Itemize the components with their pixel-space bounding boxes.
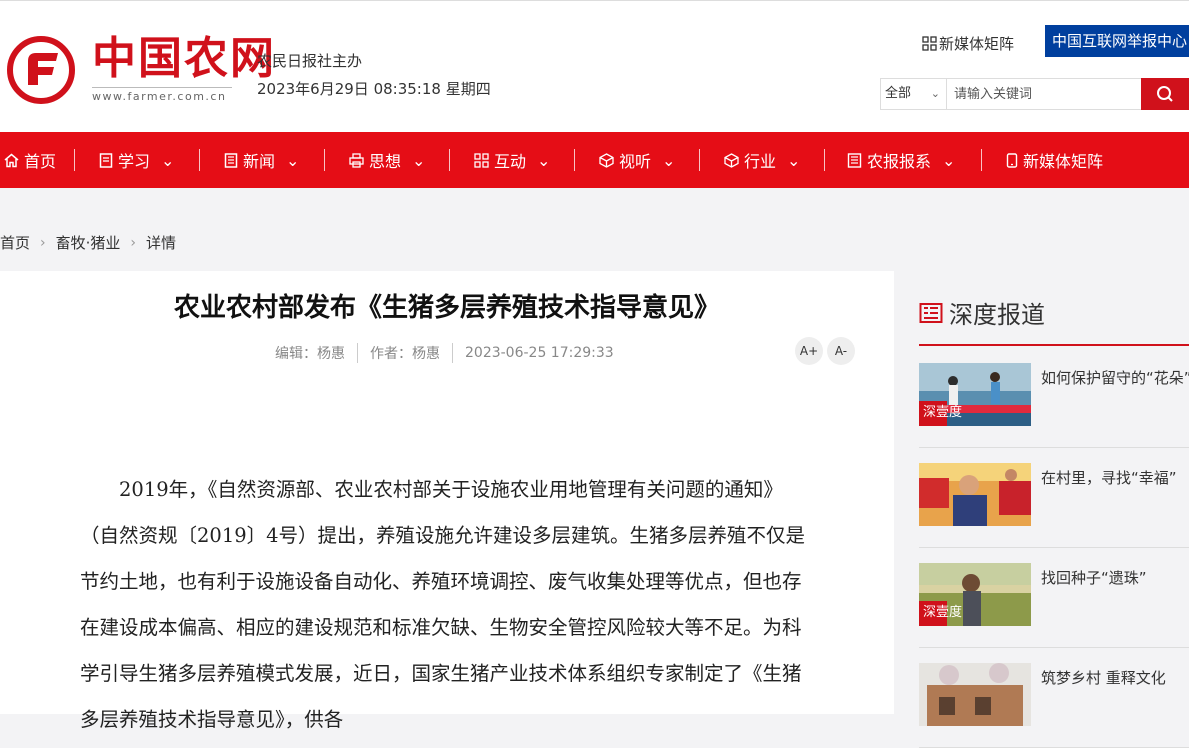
search-scope-value: 全部 [885, 86, 912, 101]
nav-item-label: 思想 [369, 152, 402, 171]
sidebar-heading-underline [919, 344, 1189, 346]
current-datetime: 2023年6月29日 08:35:18 星期四 [257, 80, 491, 98]
font-increase-button[interactable]: A+ [795, 337, 823, 365]
chevron-down-icon: ⌄ [537, 150, 551, 170]
sidebar-item-title: 筑梦乡村 重释文化 [1041, 669, 1166, 687]
sidebar-item-title: 找回种子“遗珠” [1041, 569, 1147, 587]
search-button[interactable] [1141, 78, 1189, 110]
chevron-right-icon: › [40, 234, 46, 251]
article-author: 作者：杨惠 [370, 346, 440, 362]
thumbnail-image[interactable]: 深壹度 [919, 363, 1031, 426]
breadcrumb: 首页 › 畜牧·猪业 › 详情 [0, 232, 176, 253]
farmer-logo-icon[interactable] [6, 35, 76, 105]
sidebar-item[interactable]: 筑梦乡村 重释文化 [919, 647, 1189, 748]
article-meta: 编辑：杨惠 作者：杨惠 2023-06-25 17:29:33 [275, 343, 614, 363]
site-header: 中国农网 www.farmer.com.cn 农民日报社主办 2023年6月29… [0, 0, 1189, 133]
thumbnail-caption: 深壹度 [923, 604, 962, 620]
chevron-down-icon: ⌄ [161, 150, 175, 170]
site-logo-url: www.farmer.com.cn [92, 87, 232, 103]
nav-item-new-media[interactable]: 新媒体矩阵 [982, 132, 1103, 188]
main-nav: 首页 学习 ⌄ 新闻 ⌄ 思想 ⌄ 互动 ⌄ 视听 ⌄ 行业 ⌄ 农报报系 ⌄ [0, 132, 1189, 188]
nav-item-label: 学习 [118, 152, 151, 171]
site-logo-text[interactable]: 中国农网 [92, 35, 276, 83]
sidebar-heading: 深度报道 [919, 295, 1045, 330]
thumbnail-image[interactable] [919, 663, 1031, 726]
search-scope-select[interactable]: 全部 ⌄ [881, 79, 947, 109]
breadcrumb-home[interactable]: 首页 [0, 232, 30, 253]
search-input[interactable] [948, 79, 1140, 109]
cube-icon [599, 152, 614, 168]
media-matrix-link[interactable]: 新媒体矩阵 [922, 33, 1014, 54]
sidebar-heading-label: 深度报道 [949, 301, 1045, 329]
home-icon [4, 153, 19, 167]
meta-divider [357, 343, 358, 363]
nav-item-news[interactable]: 新闻 ⌄ [200, 132, 324, 188]
font-decrease-button[interactable]: A- [827, 337, 855, 365]
nav-item-label: 首页 [24, 152, 57, 171]
article-title: 农业农村部发布《生猪多层养殖技术指导意见》 [173, 293, 720, 323]
sidebar-deep-reports: 深度报道 深壹度 如何保护留守的“花朵” 在村里，寻找“幸福” 深壹度 找回种子… [895, 271, 1189, 748]
search-bar: 全部 ⌄ [880, 78, 1189, 110]
nav-item-industry[interactable]: 行业 ⌄ [700, 132, 824, 188]
media-matrix-label: 新媒体矩阵 [939, 35, 1015, 53]
nav-item-newspaper[interactable]: 农报报系 ⌄ [825, 132, 981, 188]
nav-item-label: 互动 [494, 152, 527, 171]
newspaper-icon [847, 152, 862, 168]
meta-divider [452, 343, 453, 363]
sidebar-item[interactable]: 在村里，寻找“幸福” [919, 447, 1189, 548]
nav-item-interact[interactable]: 互动 ⌄ [450, 132, 574, 188]
report-list-icon [919, 302, 943, 323]
article-editor: 编辑：杨惠 [275, 346, 345, 362]
sidebar-item-title: 在村里，寻找“幸福” [1041, 469, 1177, 487]
mobile-icon [1006, 152, 1018, 168]
search-icon [1157, 86, 1173, 102]
book-icon [99, 152, 113, 168]
thumbnail-caption: 深壹度 [923, 404, 962, 420]
article-date: 2023-06-25 17:29:33 [465, 345, 614, 361]
sidebar-item-title: 如何保护留守的“花朵” [1041, 369, 1189, 387]
nav-item-label: 农报报系 [867, 152, 932, 171]
nav-item-study[interactable]: 学习 ⌄ [75, 132, 199, 188]
thumbnail-image[interactable]: 深壹度 [919, 563, 1031, 626]
chevron-down-icon: ⌄ [942, 150, 956, 170]
chevron-down-icon: ⌄ [662, 150, 676, 170]
chevron-down-icon: ⌄ [930, 87, 940, 100]
report-center-button[interactable]: 中国互联网举报中心 [1045, 25, 1189, 57]
print-icon [349, 152, 364, 168]
nav-item-home[interactable]: 首页 [4, 132, 74, 188]
box-icon [724, 152, 739, 168]
thumbnail-image[interactable] [919, 463, 1031, 526]
sidebar-item[interactable]: 深壹度 如何保护留守的“花朵” [919, 347, 1189, 448]
nav-item-thought[interactable]: 思想 ⌄ [325, 132, 449, 188]
chevron-down-icon: ⌄ [412, 150, 426, 170]
grid-icon [922, 36, 937, 51]
article-body: 2019年，《自然资源部、农业农村部关于设施农业用地管理有关问题的通知》（自然资… [80, 478, 806, 731]
sidebar-item[interactable]: 深壹度 找回种子“遗珠” [919, 547, 1189, 648]
chevron-down-icon: ⌄ [286, 150, 300, 170]
news-icon [224, 152, 238, 168]
nav-item-label: 行业 [744, 152, 777, 171]
breadcrumb-category[interactable]: 畜牧·猪业 [56, 232, 121, 253]
article-panel: 农业农村部发布《生猪多层养殖技术指导意见》 编辑：杨惠 作者：杨惠 2023-0… [0, 271, 894, 731]
chevron-down-icon: ⌄ [787, 150, 801, 170]
nav-item-video[interactable]: 视听 ⌄ [575, 132, 699, 188]
breadcrumb-current: 详情 [146, 234, 177, 252]
nav-item-label: 视听 [619, 152, 652, 171]
grid-icon [474, 152, 489, 168]
chevron-right-icon: › [130, 234, 137, 251]
nav-item-label: 新媒体矩阵 [1023, 152, 1104, 171]
nav-item-label: 新闻 [243, 152, 276, 171]
sponsor-text: 农民日报社主办 [257, 52, 363, 70]
